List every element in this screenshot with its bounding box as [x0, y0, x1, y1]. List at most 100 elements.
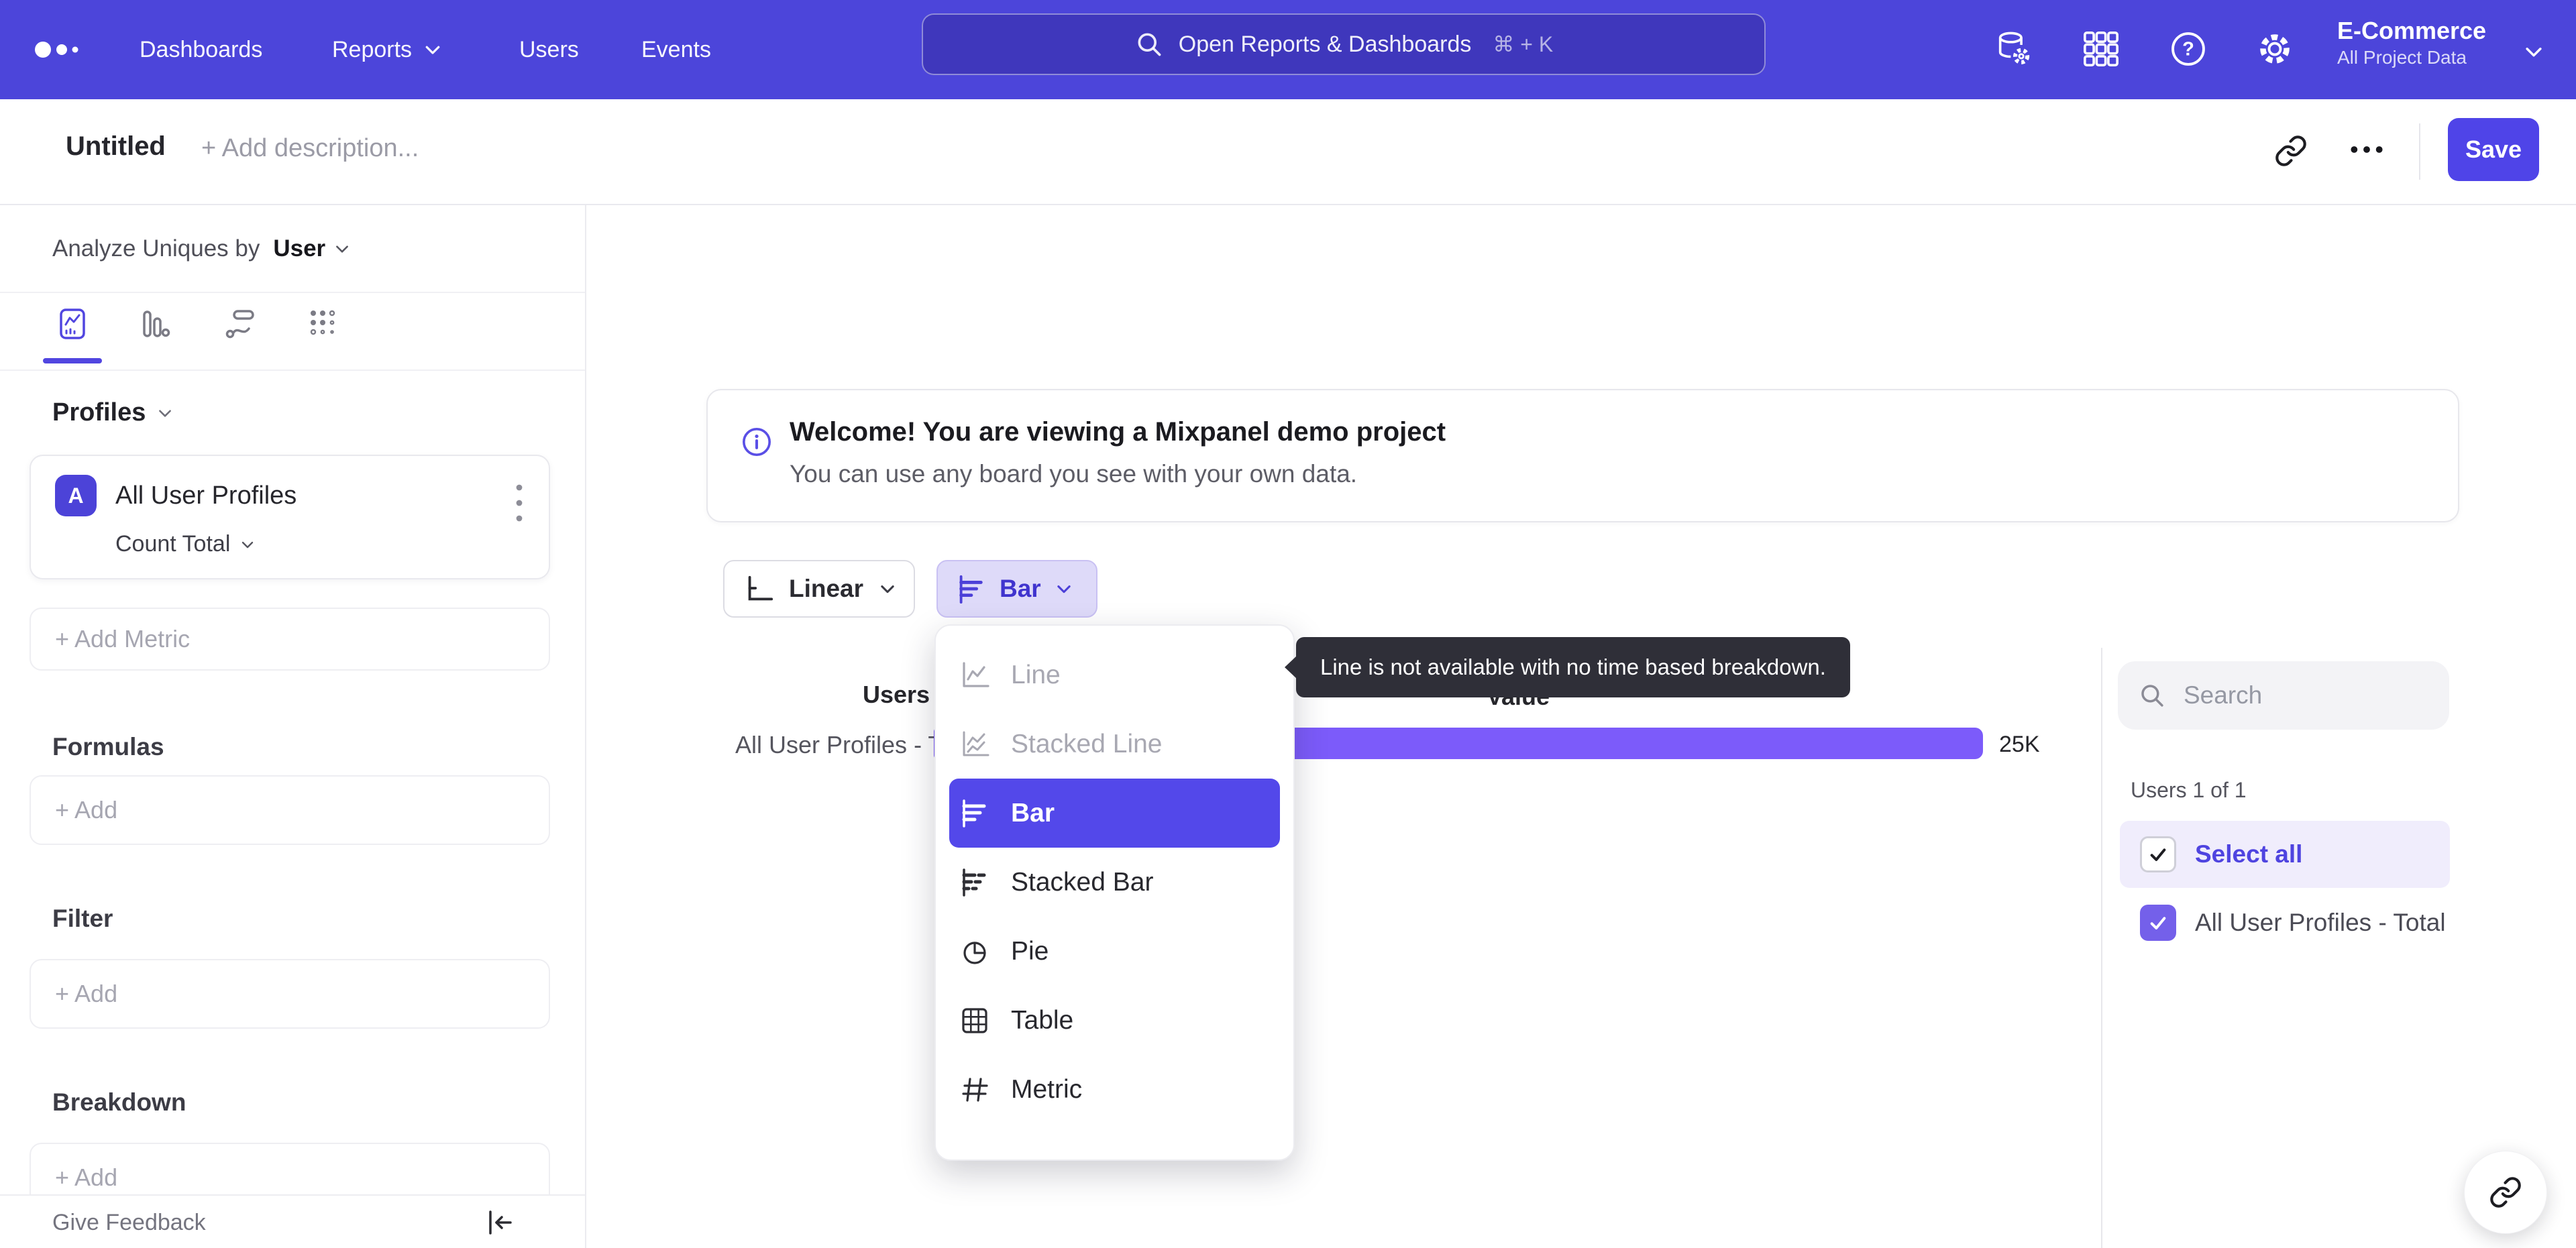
more-options-icon[interactable]: [2349, 145, 2384, 154]
global-search-input[interactable]: Open Reports & Dashboards ⌘ + K: [922, 13, 1766, 75]
share-link-floating-button[interactable]: [2464, 1151, 2547, 1234]
users-column-header: Users: [863, 681, 930, 708]
chevron-down-icon: [159, 409, 172, 417]
chart-type-dropdown: Line Stacked Line Bar Stacked Bar Pie Ta…: [934, 624, 1295, 1161]
collapse-sidebar-icon[interactable]: [484, 1206, 517, 1239]
add-filter-button[interactable]: + Add: [30, 959, 550, 1029]
bar-chart-icon: [959, 575, 983, 604]
sidebar-footer: Give Feedback: [0, 1194, 585, 1248]
global-search-placeholder: Open Reports & Dashboards: [1178, 31, 1472, 57]
copy-link-icon[interactable]: [2274, 134, 2308, 168]
disabled-option-tooltip: Line is not available with no time based…: [1285, 637, 1850, 697]
series-label: All User Profiles - Total: [2195, 909, 2446, 936]
legend-count-label: Users 1 of 1: [2131, 778, 2247, 802]
analyze-prefix-label: Analyze Uniques by: [52, 235, 260, 262]
scale-label: Linear: [789, 575, 864, 602]
metric-aggregation-label: Count Total: [115, 531, 231, 557]
global-search-shortcut: ⌘ + K: [1493, 32, 1554, 56]
add-formula-button[interactable]: + Add: [30, 775, 550, 845]
metric-badge: A: [55, 475, 97, 516]
profiles-section-header[interactable]: Profiles: [52, 398, 174, 427]
chevron-down-icon: [881, 585, 894, 593]
give-feedback-link[interactable]: Give Feedback: [52, 1196, 206, 1248]
nav-item-reports-label: Reports: [332, 36, 413, 62]
top-nav: Dashboards Reports Users Events Open Rep…: [0, 0, 2576, 99]
legend-select-all-row[interactable]: Select all: [2120, 821, 2450, 888]
report-title[interactable]: Untitled: [66, 131, 166, 162]
mixpanel-logo-icon[interactable]: [27, 0, 114, 99]
legend-search-box: [2118, 661, 2449, 730]
pie-chart-icon: [963, 941, 986, 964]
nav-item-users-label: Users: [519, 36, 579, 62]
dropdown-item-table[interactable]: Table: [936, 986, 1293, 1055]
project-chevron-down-icon: [2526, 48, 2542, 57]
nav-item-events-label: Events: [641, 36, 711, 62]
project-name: E-Commerce: [2337, 17, 2487, 44]
dropdown-item-stacked-line[interactable]: Stacked Line: [936, 710, 1293, 779]
dropdown-item-bar[interactable]: Bar: [949, 779, 1280, 848]
add-formula-label: + Add: [55, 796, 118, 824]
dropdown-item-label: Table: [1011, 1005, 1074, 1035]
dropdown-item-pie[interactable]: Pie: [936, 917, 1293, 986]
chart-type-select-button[interactable]: Bar: [936, 560, 1097, 618]
analyze-entity-select[interactable]: User: [273, 235, 325, 262]
scale-select-button[interactable]: Linear: [723, 560, 915, 618]
chart-bar-value: 25K: [1999, 732, 2040, 757]
add-metric-label: + Add Metric: [55, 625, 191, 653]
bar-chart-icon: [962, 799, 986, 828]
add-filter-label: + Add: [55, 980, 118, 1007]
dropdown-item-label: Pie: [1011, 936, 1049, 966]
save-button[interactable]: Save: [2448, 118, 2539, 181]
dropdown-item-stacked-bar[interactable]: Stacked Bar: [936, 848, 1293, 917]
data-management-icon[interactable]: [1994, 30, 2033, 68]
select-all-checkbox[interactable]: [2140, 836, 2176, 872]
metric-hash-icon: [962, 1077, 988, 1102]
tooltip-text: Line is not available with no time based…: [1320, 655, 1826, 679]
report-description-placeholder[interactable]: + Add description...: [201, 134, 419, 163]
chevron-down-icon: [336, 245, 349, 253]
analyze-uniques-row: Analyze Uniques by User: [0, 205, 585, 293]
checkmark-icon: [2150, 848, 2166, 861]
add-breakdown-label: + Add: [55, 1164, 118, 1191]
metric-card[interactable]: A All User Profiles Count Total: [30, 455, 550, 579]
nav-item-reports[interactable]: Reports: [332, 0, 443, 99]
tab-insights-icon[interactable]: [56, 308, 89, 340]
legend-search-input[interactable]: [2182, 681, 2413, 710]
nav-item-dashboards[interactable]: Dashboards: [140, 0, 262, 99]
settings-gear-icon[interactable]: [2255, 30, 2294, 68]
tab-funnels-icon[interactable]: [139, 308, 171, 340]
chevron-down-icon: [242, 541, 254, 548]
apps-grid-icon[interactable]: [2082, 30, 2121, 68]
axis-scale-icon: [748, 575, 773, 601]
metric-name[interactable]: All User Profiles: [115, 481, 297, 510]
demo-banner: Welcome! You are viewing a Mixpanel demo…: [706, 389, 2459, 522]
dropdown-item-label: Stacked Line: [1011, 729, 1163, 758]
nav-item-events[interactable]: Events: [641, 0, 711, 99]
dropdown-item-label: Metric: [1011, 1074, 1083, 1104]
tab-retention-icon[interactable]: [308, 308, 340, 340]
nav-item-users[interactable]: Users: [519, 0, 579, 99]
project-switcher[interactable]: E-Commerce All Project Data: [2337, 16, 2518, 70]
series-checkbox[interactable]: [2140, 905, 2176, 941]
active-tab-indicator: [43, 358, 102, 363]
report-header: Untitled + Add description... Save: [0, 99, 2576, 205]
metric-aggregation-select[interactable]: Count Total: [115, 531, 256, 557]
metric-more-options-icon[interactable]: [515, 483, 523, 523]
dropdown-item-label: Line: [1011, 660, 1061, 689]
add-metric-button[interactable]: + Add Metric: [30, 608, 550, 671]
stacked-line-chart-icon: [963, 731, 989, 756]
stacked-bar-chart-icon: [962, 868, 986, 897]
help-icon[interactable]: ?: [2169, 30, 2208, 68]
chart-type-label: Bar: [1000, 575, 1041, 602]
banner-title: Welcome! You are viewing a Mixpanel demo…: [790, 417, 1446, 447]
chevron-down-icon: [1057, 585, 1071, 593]
dropdown-item-label: Stacked Bar: [1011, 867, 1154, 897]
dropdown-item-line[interactable]: Line: [936, 640, 1293, 710]
tab-flows-icon[interactable]: [225, 308, 257, 340]
legend-panel-divider: [2101, 648, 2102, 1248]
legend-series-row[interactable]: All User Profiles - Total: [2120, 888, 2450, 958]
dropdown-item-metric[interactable]: Metric: [936, 1055, 1293, 1124]
line-chart-icon: [963, 661, 989, 687]
banner-subtitle: You can use any board you see with your …: [790, 460, 1358, 488]
search-icon: [2141, 685, 2163, 707]
